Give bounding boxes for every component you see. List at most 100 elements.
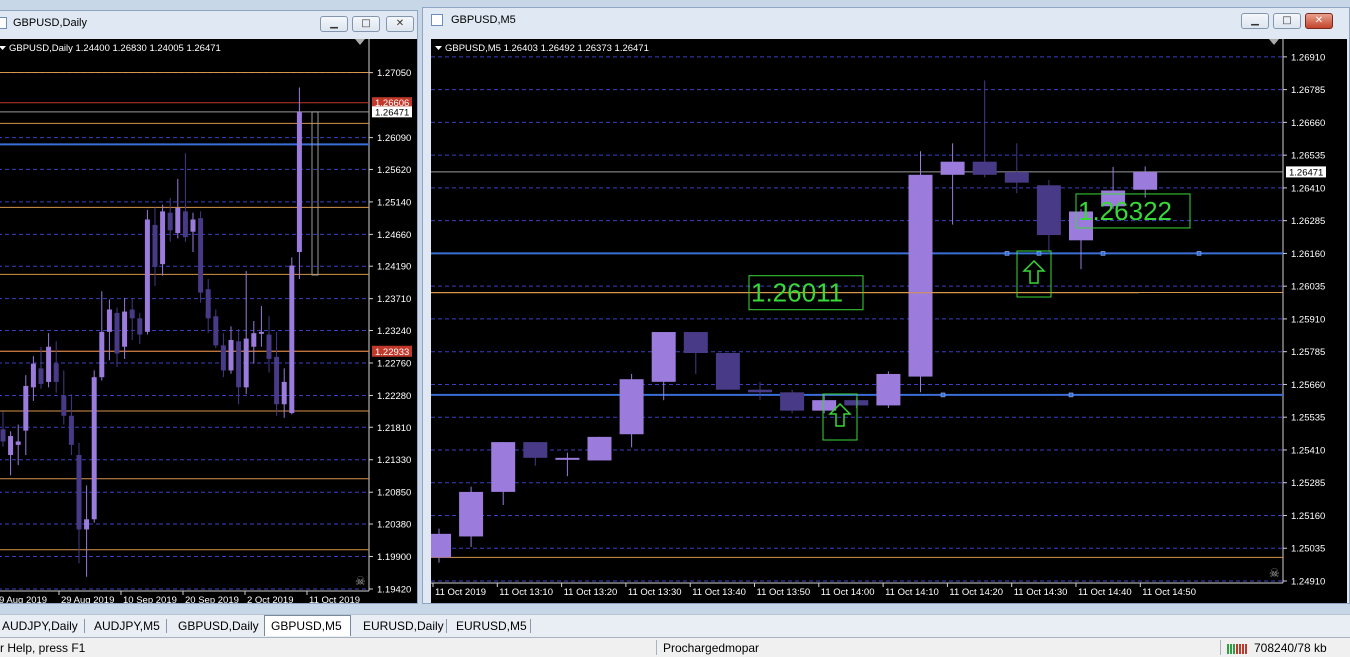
price-axis-label: 1.26285 xyxy=(1291,216,1325,227)
bearish-candle xyxy=(114,312,120,354)
bullish-candle xyxy=(940,161,965,175)
chart-menu-triangle xyxy=(0,46,6,50)
time-axis-label: 11 Oct 13:10 xyxy=(499,587,553,598)
bullish-candle xyxy=(228,339,234,371)
price-axis-label: 1.25910 xyxy=(1291,314,1325,325)
price-axis-label: 1.26660 xyxy=(1291,118,1325,129)
price-axis-label: 1.23240 xyxy=(377,326,411,337)
bullish-candle xyxy=(587,436,612,461)
left-candlestick-chart[interactable]: 1.27050 1.26090 1.25620 1.25140 1.24660 1.241… xyxy=(0,39,417,603)
close-button[interactable]: ✕ xyxy=(1305,13,1333,29)
price-axis-label: 1.25620 xyxy=(377,165,411,176)
left-chart-area[interactable]: 1.27050 1.26090 1.25620 1.25140 1.24660 1.241… xyxy=(0,39,417,603)
left-chart-window[interactable]: GBPUSD,Daily ▁ □ ✕ 1.27050 1.26090 1.25620… xyxy=(0,10,418,604)
bullish-candle xyxy=(296,111,302,252)
price-annotation: 1.26322 xyxy=(1078,196,1172,226)
price-axis-label: 1.27050 xyxy=(377,68,411,79)
tab-eurusd-daily[interactable]: EURUSD,Daily xyxy=(357,617,450,635)
price-axis-label: 1.25535 xyxy=(1291,413,1325,424)
tab-audjpy-daily[interactable]: AUDJPY,Daily xyxy=(0,617,84,635)
price-axis-label: 1.26785 xyxy=(1291,85,1325,96)
status-bar: r Help, press F1 Prochargedmopar 708240/… xyxy=(0,637,1350,657)
close-button[interactable]: ✕ xyxy=(386,16,414,32)
time-axis-label: 11 Oct 13:30 xyxy=(628,587,682,598)
tab-audjpy-m5[interactable]: AUDJPY,M5 xyxy=(88,617,166,635)
time-axis-label: 29 Aug 2019 xyxy=(61,595,114,603)
right-candlestick-chart[interactable]: 1.26910 1.26785 1.26660 1.26535 1.26410 1.262… xyxy=(431,39,1347,603)
chart-window-icon xyxy=(431,14,443,26)
time-axis-label: 11 Oct 2019 xyxy=(309,595,360,603)
bearish-candle xyxy=(748,389,772,393)
bullish-candle xyxy=(30,363,36,388)
bullish-candle xyxy=(23,385,29,431)
bullish-candle xyxy=(1133,171,1158,190)
bullish-candle xyxy=(431,533,451,558)
bullish-candle xyxy=(908,174,933,377)
price-axis-label: 1.21330 xyxy=(377,455,411,466)
minimize-button[interactable]: ▁ xyxy=(320,16,348,32)
price-axis-label: 1.23710 xyxy=(377,294,411,305)
bullish-candle xyxy=(46,346,52,382)
price-axis-label: 1.25660 xyxy=(1291,380,1325,391)
bearish-candle xyxy=(152,224,158,267)
bearish-candle xyxy=(1036,185,1061,236)
left-window-titlebar[interactable]: GBPUSD,Daily ▁ □ ✕ xyxy=(0,11,417,35)
maximize-button[interactable]: □ xyxy=(352,16,380,32)
bearish-candle xyxy=(38,368,44,384)
chart-info-label: GBPUSD,M5 1.26403 1.26492 1.26373 1.2647… xyxy=(445,43,649,54)
time-axis-label: 11 Oct 14:30 xyxy=(1014,587,1068,598)
price-axis-label: 1.25035 xyxy=(1291,544,1325,555)
bearish-candle xyxy=(61,395,67,416)
bullish-candle xyxy=(144,219,150,332)
bullish-candle xyxy=(812,400,837,411)
chart-shift-marker xyxy=(1269,39,1279,45)
right-window-titlebar[interactable]: GBPUSD,M5 ▁ □ ✕ xyxy=(423,8,1349,32)
bullish-candle xyxy=(160,211,166,265)
time-axis-label: 10 Sep 2019 xyxy=(123,595,177,603)
price-axis-label: 1.19420 xyxy=(377,585,411,596)
minimize-button[interactable]: ▁ xyxy=(1241,13,1269,29)
profile-name: Prochargedmopar xyxy=(663,641,760,655)
time-axis-label: 11 Oct 13:50 xyxy=(757,587,811,598)
bullish-candle xyxy=(8,436,14,456)
right-window-title: GBPUSD,M5 xyxy=(451,14,516,26)
bearish-candle xyxy=(715,353,740,390)
bearish-candle xyxy=(167,212,173,231)
help-hint: r Help, press F1 xyxy=(0,641,86,655)
price-axis-label: 1.24910 xyxy=(1291,577,1325,588)
skull-icon: ☠ xyxy=(355,574,366,588)
bullish-candle xyxy=(175,208,181,234)
tab-eurusd-m5[interactable]: EURUSD,M5 xyxy=(450,617,533,635)
selection-box xyxy=(311,111,319,276)
tab-gbpusd-m5[interactable]: GBPUSD,M5 xyxy=(264,615,351,636)
time-axis-label: 11 Oct 14:10 xyxy=(885,587,939,598)
right-chart-window[interactable]: GBPUSD,M5 ▁ □ ✕ 1.26910 1.26785 1.26660 1.2… xyxy=(422,7,1350,604)
price-axis-label: 1.20850 xyxy=(377,488,411,499)
chart-window-icon xyxy=(0,17,7,29)
buy-signal-box xyxy=(1016,250,1052,298)
bullish-candle xyxy=(122,311,128,347)
time-axis-label: 20 Sep 2019 xyxy=(185,595,239,603)
left-window-title: GBPUSD,Daily xyxy=(13,17,87,29)
bullish-candle xyxy=(289,265,295,414)
time-axis-label: 11 Oct 14:20 xyxy=(949,587,1003,598)
bearish-candle xyxy=(213,316,219,346)
price-axis-label: 1.25160 xyxy=(1291,511,1325,522)
bearish-candle xyxy=(68,415,74,445)
bullish-candle xyxy=(91,377,97,520)
bullish-candle xyxy=(876,373,901,406)
bearish-candle xyxy=(1004,172,1029,183)
right-chart-area[interactable]: 1.26910 1.26785 1.26660 1.26535 1.26410 1.262… xyxy=(431,39,1347,603)
price-axis-label: 1.21810 xyxy=(377,423,411,434)
maximize-button[interactable]: □ xyxy=(1273,13,1301,29)
price-axis-label: 1.22760 xyxy=(377,358,411,369)
bullish-candle xyxy=(619,379,644,435)
bearish-candle xyxy=(53,363,59,382)
price-axis-label: 1.26910 xyxy=(1291,52,1325,63)
bullish-candle xyxy=(651,332,676,382)
bullish-candle xyxy=(459,491,484,537)
price-axis-label: 1.20380 xyxy=(377,520,411,531)
tab-gbpusd-daily[interactable]: GBPUSD,Daily xyxy=(172,617,265,635)
line-anchor-point xyxy=(1068,392,1074,398)
line-anchor-point xyxy=(1100,251,1106,256)
